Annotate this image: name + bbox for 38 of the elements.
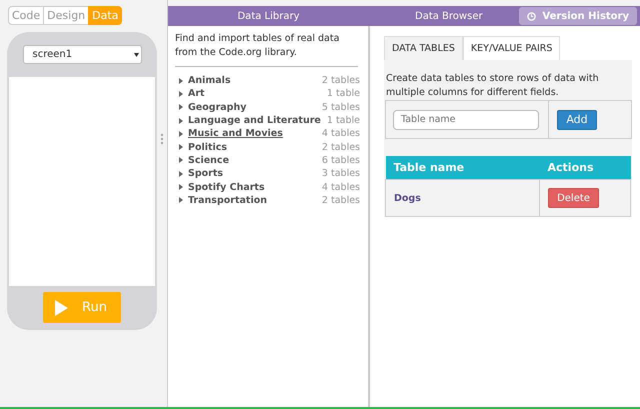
table-name-field[interactable]: Table name [393,110,539,130]
panel-title: Data Browser [415,10,483,22]
expand-arrow-icon[interactable] [179,170,183,177]
table-count: 1 table [326,88,360,100]
table-count: 4 tables [322,182,360,193]
table-count: 1 table [326,115,360,126]
category-link[interactable]: Animals [188,75,231,86]
category-link[interactable]: Politics [188,142,228,153]
add-button[interactable]: Add [557,110,597,130]
column-header: Actions [540,156,630,180]
table-count: 3 tables [322,168,360,180]
table-count: 4 tables [322,128,360,140]
category-link[interactable]: Transportation [188,194,268,206]
table-count: 2 tables [322,194,360,206]
category-link[interactable]: Geography [188,102,246,113]
column-header: Table name [386,156,540,180]
play-icon [55,300,68,316]
category-link[interactable]: Language and Literature [188,115,321,126]
expand-arrow-icon[interactable] [179,104,183,110]
clock-icon [527,12,536,20]
category-link[interactable]: Music and Movies [188,128,283,140]
category-link[interactable]: Sports [188,168,224,180]
caret-icon [134,52,138,56]
screen-dropdown[interactable]: screen1 [22,45,142,64]
resize-handle-icon[interactable] [160,132,164,144]
tab[interactable]: DATA TABLES [384,36,463,60]
table-count: 2 tables [322,142,360,153]
category-link[interactable]: Art [188,88,205,100]
table-count: 6 tables [322,154,360,166]
table-count: 2 tables [322,75,360,86]
tables-description: Create data tables to store rows of data with multiple columns for different fields. [385,72,600,100]
library-description: Find and import tables of real data from the Code.org library. [175,32,340,60]
panel-title: Data Library [237,10,300,22]
tab[interactable]: KEY/VALUE PAIRS [462,36,560,60]
table-link[interactable]: Dogs [394,192,421,204]
table-count: 5 tables [322,102,360,113]
category-link[interactable]: Spotify Charts [188,182,265,193]
category-link[interactable]: Science [188,154,230,166]
